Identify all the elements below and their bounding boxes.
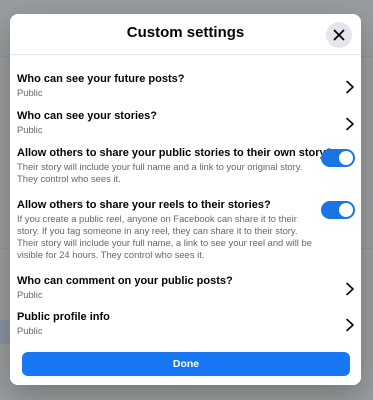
setting-value: Public xyxy=(17,87,43,98)
setting-comment-public-posts[interactable]: Who can comment on your public posts? Pu… xyxy=(17,275,355,301)
dialog-title: Custom settings xyxy=(126,24,245,41)
setting-title: Public profile info xyxy=(17,311,110,323)
toggle-knob xyxy=(339,151,353,165)
share-reels-toggle[interactable] xyxy=(321,201,355,219)
setting-description: Their story will include your full name … xyxy=(17,161,303,184)
toggle-knob xyxy=(339,203,353,217)
chevron-right-icon xyxy=(346,318,354,332)
setting-value: Public xyxy=(17,325,43,336)
setting-share-reels: Allow others to share your reels to thei… xyxy=(17,199,355,261)
setting-description: If you create a public reel, anyone on F… xyxy=(17,213,312,260)
chevron-right-icon xyxy=(346,282,354,296)
setting-future-posts[interactable]: Who can see your future posts? Public xyxy=(17,73,355,99)
setting-title: Allow others to share your reels to thei… xyxy=(17,199,271,211)
custom-settings-dialog: Custom settings Who can see your future … xyxy=(10,14,361,385)
done-button[interactable]: Done xyxy=(22,352,350,376)
setting-share-public-stories: Allow others to share your public storie… xyxy=(17,147,355,185)
setting-title: Who can see your stories? xyxy=(17,110,157,122)
setting-public-profile-info[interactable]: Public profile info Public xyxy=(17,311,355,337)
share-public-stories-toggle[interactable] xyxy=(321,149,355,167)
close-icon xyxy=(333,29,345,41)
setting-title: Who can comment on your public posts? xyxy=(17,275,233,287)
setting-title: Who can see your future posts? xyxy=(17,73,185,85)
chevron-right-icon xyxy=(346,80,354,94)
setting-value: Public xyxy=(17,124,43,135)
close-button[interactable] xyxy=(326,22,352,48)
dialog-header: Custom settings xyxy=(10,14,361,55)
dialog-footer: Done xyxy=(10,350,361,385)
setting-stories[interactable]: Who can see your stories? Public xyxy=(17,110,355,136)
chevron-right-icon xyxy=(346,117,354,131)
setting-title: Allow others to share your public storie… xyxy=(17,147,333,159)
setting-value: Public xyxy=(17,289,43,300)
